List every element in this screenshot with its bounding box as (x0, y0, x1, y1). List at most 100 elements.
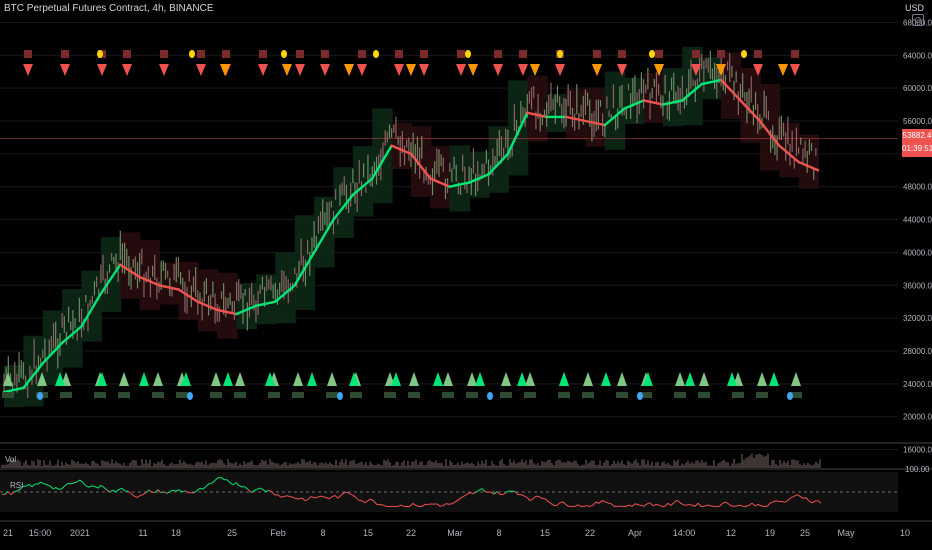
sell-triangle (196, 64, 206, 76)
buy-box (616, 392, 628, 398)
sell-box (123, 50, 131, 58)
x-tick-label: Apr (628, 528, 642, 538)
y-tick-label: 36000.0 (903, 281, 932, 290)
x-tick-label: 15:00 (29, 528, 52, 538)
x-tick-label: 19 (765, 528, 775, 538)
buy-box (582, 392, 594, 398)
rsi-segment (67, 482, 72, 485)
sell-triangle (295, 64, 305, 76)
rsi-segment (682, 504, 687, 506)
x-tick-label: 22 (406, 528, 416, 538)
buy-box (2, 392, 14, 398)
x-tick-label: 12 (726, 528, 736, 538)
sell-triangle (320, 64, 330, 76)
signal-dot (741, 50, 747, 58)
buy-box (442, 392, 454, 398)
buy-box (466, 392, 478, 398)
sell-triangle-alt (530, 64, 540, 76)
buy-box (326, 392, 338, 398)
x-tick-label: 10 (900, 528, 910, 538)
rsi-segment (709, 505, 714, 507)
buy-triangle-strong (769, 372, 779, 386)
sell-box (358, 50, 366, 58)
sell-triangle (122, 64, 132, 76)
volume-bars (1, 453, 821, 468)
buy-box (152, 392, 164, 398)
buy-box (94, 392, 106, 398)
buy-box (408, 392, 420, 398)
buy-dot (787, 392, 793, 400)
buy-triangle (443, 372, 453, 386)
sell-box (655, 50, 663, 58)
buy-box (558, 392, 570, 398)
price-chart[interactable]: 68000.064000.060000.056000.052000.048000… (0, 0, 932, 550)
sell-box (754, 50, 762, 58)
sell-box (420, 50, 428, 58)
y-tick-label: 20000.0 (903, 413, 932, 422)
rsi-segment (319, 495, 324, 498)
rsi-segment (583, 505, 588, 507)
y-tick-label: 28000.0 (903, 347, 932, 356)
buy-box (698, 392, 710, 398)
sell-box (519, 50, 527, 58)
sell-box (222, 50, 230, 58)
signal-dot (557, 50, 563, 58)
buy-triangle (525, 372, 535, 386)
sell-triangle-alt (468, 64, 478, 76)
price-axis[interactable]: 68000.064000.060000.056000.052000.048000… (903, 18, 932, 454)
signal-dot (281, 50, 287, 58)
signal-dot (97, 50, 103, 58)
sell-triangle (23, 64, 33, 76)
buy-box (60, 392, 72, 398)
sell-box (618, 50, 626, 58)
buy-triangle (501, 372, 511, 386)
band-segment (449, 145, 471, 212)
sell-box (259, 50, 267, 58)
buy-triangle (675, 372, 685, 386)
buy-triangle (409, 372, 419, 386)
sell-box (593, 50, 601, 58)
buy-box (268, 392, 280, 398)
band-segment (81, 270, 102, 342)
buy-triangle (699, 372, 709, 386)
sell-triangle (456, 64, 466, 76)
buy-triangle-strong (559, 372, 569, 386)
rsi-segment (208, 482, 213, 485)
rsi-segment (445, 503, 450, 505)
rsi-segment (706, 504, 711, 507)
sell-box (296, 50, 304, 58)
rsi-segment (484, 491, 489, 493)
time-axis[interactable]: 21 15:00 2021 11 18 25 Feb 8 15 22 Mar 8 15 22 Apr 14:0… (3, 528, 910, 538)
x-tick-label: 18 (171, 528, 181, 538)
band-segment (139, 239, 161, 311)
buy-box (176, 392, 188, 398)
buy-box (524, 392, 536, 398)
rsi-line (0, 472, 898, 512)
sell-triangle (97, 64, 107, 76)
buy-box (118, 392, 130, 398)
buy-triangle-strong (601, 372, 611, 386)
rsi-segment (586, 505, 591, 507)
buy-triangle (583, 372, 593, 386)
buy-dot (637, 392, 643, 400)
trend-bands (4, 46, 819, 408)
sell-triangle-alt (344, 64, 354, 76)
x-tick-label: Feb (270, 528, 286, 538)
gear-icon[interactable] (912, 14, 924, 26)
y-tick-label: 64000.0 (903, 51, 932, 60)
x-tick-label: 2021 (70, 528, 90, 538)
y-tick-label: 48000.0 (903, 183, 932, 192)
buy-dot (37, 392, 43, 400)
sell-box (61, 50, 69, 58)
sell-triangle (555, 64, 565, 76)
chart-title: BTC Perpetual Futures Contract, 4h, BINA… (4, 3, 214, 14)
sell-box (692, 50, 700, 58)
y-tick-label: 32000.0 (903, 314, 932, 323)
x-tick-label: 14:00 (673, 528, 696, 538)
sell-box (160, 50, 168, 58)
x-tick-label: 8 (320, 528, 325, 538)
rsi-segment (736, 504, 741, 507)
currency-label[interactable]: USD (905, 3, 924, 13)
buy-triangle-strong (433, 372, 443, 386)
rsi-segment (802, 497, 807, 499)
